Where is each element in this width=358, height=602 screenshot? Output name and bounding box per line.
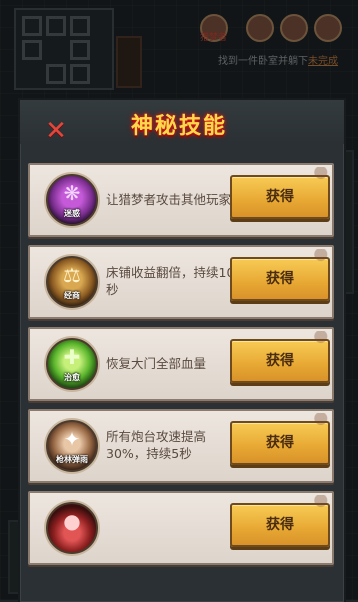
skill-glyph: ⚖ <box>63 263 81 287</box>
skill-card-partial: ● 获得 <box>28 491 334 565</box>
skill-tag: 治愈 <box>64 373 80 382</box>
get-skill-button[interactable]: 获得 <box>230 503 330 547</box>
skill-glyph: ❋ <box>63 181 81 205</box>
get-skill-button[interactable]: 获得 <box>230 421 330 465</box>
skill-card-heal: ✚ 治愈 恢复大门全部血量 获得 <box>28 327 334 401</box>
skill-description <box>106 493 244 561</box>
skill-icon-business: ⚖ 经商 <box>46 256 98 308</box>
skill-icon-heal: ✚ 治愈 <box>46 338 98 390</box>
skill-glyph: ✚ <box>63 345 81 369</box>
skill-icon-confuse: ❋ 迷惑 <box>46 174 98 226</box>
skill-glyph: ● <box>63 509 81 533</box>
skill-description: 恢复大门全部血量 <box>106 355 207 371</box>
modal-title: 神秘技能 <box>130 114 227 139</box>
skill-card-business: ⚖ 经商 床铺收益翻倍，持续10秒 获得 <box>28 245 334 319</box>
skill-tag: 迷惑 <box>64 209 80 218</box>
skill-tag: 枪林弹雨 <box>56 455 88 464</box>
skill-tag: 经商 <box>64 291 80 300</box>
skill-glyph: ✦ <box>63 427 81 451</box>
skill-icon: ● <box>46 502 98 554</box>
get-skill-button[interactable]: 获得 <box>230 257 330 301</box>
skill-description: 让猎梦者攻击其他玩家 <box>106 191 232 207</box>
skill-icon-barrage: ✦ 枪林弹雨 <box>46 420 98 472</box>
skill-card-barrage: ✦ 枪林弹雨 所有炮台攻速提高30%，持续5秒 获得 <box>28 409 334 483</box>
get-skill-button[interactable]: 获得 <box>230 339 330 383</box>
get-skill-button[interactable]: 获得 <box>230 175 330 219</box>
skill-card-confuse: ❋ 迷惑 让猎梦者攻击其他玩家 获得 <box>28 163 334 237</box>
skill-description: 床铺收益翻倍，持续10秒 <box>106 265 235 297</box>
close-icon[interactable]: ✕ <box>43 118 69 144</box>
skill-description: 所有炮台攻速提高30%，持续5秒 <box>106 429 207 461</box>
